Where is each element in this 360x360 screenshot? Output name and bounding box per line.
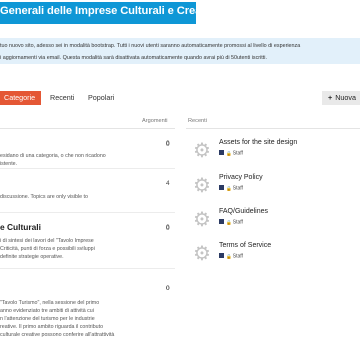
topics-column-header: Argomenti <box>142 118 168 124</box>
recent-column-header: Recenti <box>188 118 207 124</box>
gear-icon: ⚙ <box>193 243 211 265</box>
plus-icon: + <box>328 93 333 102</box>
lock-icon: 🔒 <box>226 150 232 156</box>
tab-categories[interactable]: Categorie <box>0 91 41 105</box>
divider <box>186 128 360 129</box>
topic-title[interactable]: Assets for the site design <box>219 139 297 146</box>
gear-icon: ⚙ <box>193 209 211 231</box>
topic-category-badge[interactable]: 🔒Staff <box>219 150 243 157</box>
category-name[interactable]: e Culturali <box>0 222 41 232</box>
category-description: istente. <box>0 161 18 167</box>
topic-category-badge[interactable]: 🔒Staff <box>219 253 243 260</box>
topic-title[interactable]: FAQ/Guidelines <box>219 208 268 215</box>
category-description: reative. Il primo ambito riguarda il con… <box>0 324 104 330</box>
category-description: i di sintesi dei lavori del "Tavolo Impr… <box>0 238 94 244</box>
lock-icon: 🔒 <box>226 185 232 191</box>
category-row[interactable]: discussione. Topics are only visible to … <box>0 169 175 213</box>
site-header: Generali delle Imprese Culturali e Creat… <box>0 2 220 24</box>
tab-recent[interactable]: Recenti <box>50 91 74 105</box>
category-description: anno evidenziato tre ambiti di attività … <box>0 308 94 314</box>
category-row[interactable]: esidano di una categoria, o che non rica… <box>0 129 175 169</box>
recent-topic-count: 0 <box>166 141 170 148</box>
lock-icon: 🔒 <box>226 219 232 225</box>
topic-title[interactable]: Privacy Policy <box>219 174 263 181</box>
notice-line-1: tuo nuovo sito, adesso sei in modalità b… <box>0 43 301 49</box>
page-title: Generali delle Imprese Culturali e Creat… <box>0 5 221 17</box>
category-description: Criticità, punti di forza e possibili sv… <box>0 246 95 252</box>
category-description: culturale creative possono conferire all… <box>0 332 115 338</box>
bootstrap-notice: tuo nuovo sito, adesso sei in modalità b… <box>0 38 360 64</box>
category-description: esidano di una categoria, o che non rica… <box>0 153 106 159</box>
category-description: "Tavolo Turismo", nella sessione del pri… <box>0 300 100 306</box>
navigation-bar: Categorie Recenti Popolari + Nuova <box>0 91 360 105</box>
new-topic-label: Nuova <box>335 93 356 102</box>
recent-topic[interactable]: ⚙ Assets for the site design 🔒Staff <box>193 139 360 169</box>
recent-topic[interactable]: ⚙ FAQ/Guidelines 🔒Staff <box>193 208 360 238</box>
topic-title[interactable]: Terms of Service <box>219 242 271 249</box>
category-description: n l'attenzione del turismo per le indust… <box>0 316 95 322</box>
category-row[interactable]: e Culturali i di sintesi dei lavori del … <box>0 213 175 269</box>
notice-line-2: i aggiornamenti via email. Questa modali… <box>0 55 267 61</box>
category-description: discussione. Topics are only visible to <box>0 194 88 200</box>
category-description: definite strategie operative. <box>0 254 64 260</box>
lock-icon: 🔒 <box>226 253 232 259</box>
recent-topic-count: 0 <box>166 225 170 232</box>
gear-icon: ⚙ <box>193 140 211 162</box>
recent-topic-count: 0 <box>166 285 170 292</box>
category-row[interactable]: "Tavolo Turismo", nella sessione del pri… <box>0 269 175 360</box>
tab-popular[interactable]: Popolari <box>88 91 114 105</box>
topic-category-badge[interactable]: 🔒Staff <box>219 219 243 226</box>
topic-category-badge[interactable]: 🔒Staff <box>219 185 243 192</box>
recent-topic[interactable]: ⚙ Privacy Policy 🔒Staff <box>193 174 360 204</box>
gear-icon: ⚙ <box>193 175 211 197</box>
new-topic-button[interactable]: + Nuova <box>322 91 360 105</box>
recent-topic[interactable]: ⚙ Terms of Service 🔒Staff <box>193 242 360 272</box>
category-topic-count: 4 <box>166 180 170 187</box>
